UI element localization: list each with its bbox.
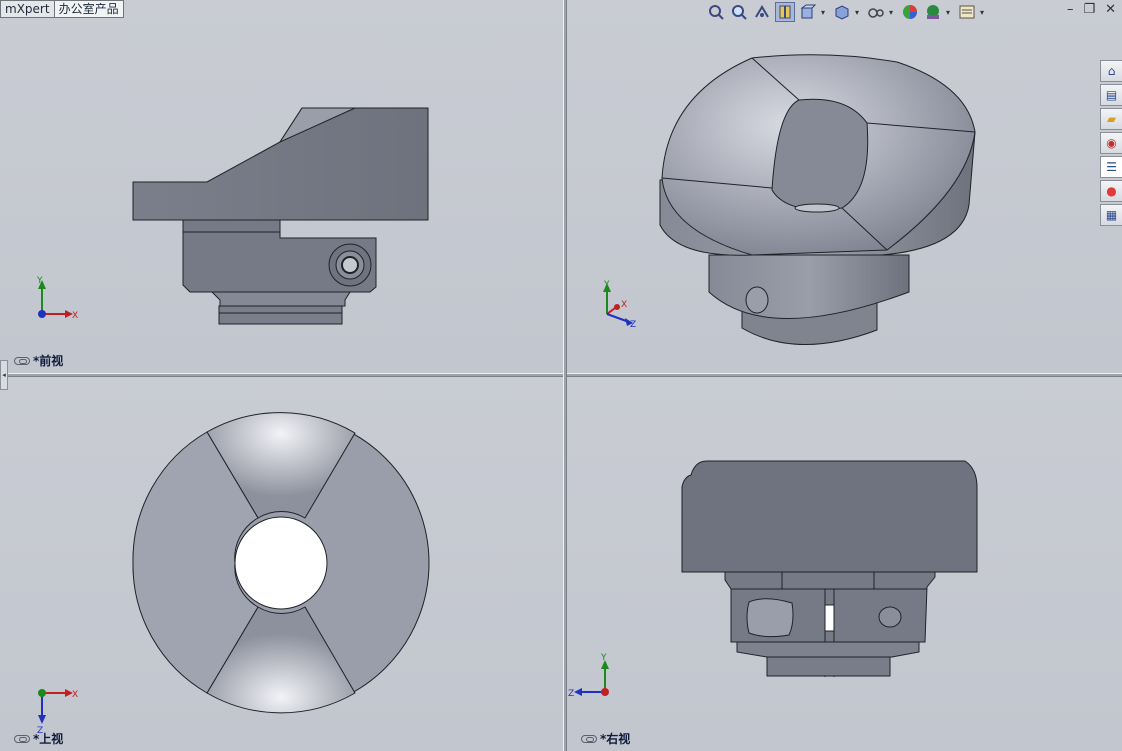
restore-button[interactable]: ❐ (1083, 2, 1095, 17)
chevron-down-icon[interactable]: ▾ (946, 8, 954, 17)
svg-text:Z: Z (568, 689, 574, 699)
previous-view-icon[interactable] (752, 2, 772, 22)
view-settings-icon[interactable] (957, 2, 977, 22)
front-view-drawing: Y X (36, 107, 429, 325)
right-hole (878, 606, 902, 628)
svg-text:X: X (72, 311, 78, 321)
front-triad: Y X (36, 276, 78, 321)
tab-office-products[interactable]: 办公室产品 (53, 0, 124, 18)
svg-text:Z: Z (630, 320, 636, 330)
zoom-to-fit-icon[interactable] (706, 2, 726, 22)
search-icon[interactable]: ◉ (1100, 132, 1122, 154)
zoom-area-icon[interactable] (729, 2, 749, 22)
viewport-label-front[interactable]: *前视 (14, 352, 63, 369)
hide-show-icon[interactable] (866, 2, 886, 22)
custom-properties-icon[interactable]: ▦ (1100, 204, 1122, 226)
iso-side-hole (745, 286, 769, 314)
document-tabs: mXpert 办公室产品 (0, 0, 124, 18)
apply-scene-icon[interactable] (923, 2, 943, 22)
link-icon (14, 734, 30, 743)
minimize-button[interactable]: – (1067, 2, 1074, 17)
close-button[interactable]: ✕ (1105, 2, 1116, 17)
view-palette-icon[interactable]: ☰ (1100, 156, 1122, 178)
svg-text:X: X (621, 300, 627, 310)
display-style-icon[interactable] (832, 2, 852, 22)
svg-text:X: X (72, 690, 78, 700)
viewport-front[interactable]: Y X *前视 (0, 0, 563, 373)
front-upper-body (132, 107, 429, 221)
home-icon[interactable]: ⌂ (1100, 60, 1122, 82)
task-pane-tabs: ⌂ ▤ ▰ ◉ ☰ ● ▦ (1100, 60, 1122, 226)
svg-text:Y: Y (603, 280, 610, 290)
view-orientation-icon[interactable] (798, 2, 818, 22)
window-controls: – ❐ ✕ (1067, 2, 1116, 17)
iso-triad: Y X Z (603, 280, 636, 330)
view-toolbar: ▾ ▾ ▾ ▾ ▾ (706, 1, 988, 23)
front-collar (210, 291, 351, 307)
link-icon (581, 734, 597, 743)
svg-text:Y: Y (600, 653, 607, 663)
right-slot-left (746, 598, 794, 638)
viewport-label-right[interactable]: *右视 (581, 730, 630, 747)
horizontal-splitter[interactable] (0, 373, 1122, 377)
file-explorer-icon[interactable]: ▰ (1100, 108, 1122, 130)
top-triad: X Z (37, 689, 78, 736)
front-base (218, 305, 343, 325)
design-library-icon[interactable]: ▤ (1100, 84, 1122, 106)
viewport-right[interactable]: Y Z *右视 (567, 377, 1122, 751)
top-view-drawing: X Z (37, 412, 430, 736)
viewport-label-top[interactable]: *上视 (14, 730, 63, 747)
iso-center-bore (771, 98, 869, 211)
edit-appearance-icon[interactable] (900, 2, 920, 22)
section-view-icon[interactable] (775, 2, 795, 22)
appearances-icon[interactable]: ● (1100, 180, 1122, 202)
chevron-down-icon[interactable]: ▾ (821, 8, 829, 17)
top-center-hole (234, 516, 328, 610)
link-icon (14, 356, 30, 365)
tab-mxpert[interactable]: mXpert (0, 0, 55, 18)
viewport-isometric[interactable]: Y X Z (567, 0, 1122, 373)
vertical-splitter[interactable] (563, 0, 567, 751)
right-view-drawing: Y Z (568, 460, 978, 699)
chevron-down-icon[interactable]: ▾ (855, 8, 863, 17)
front-hole (341, 256, 359, 274)
isometric-view-drawing: Y X Z (603, 54, 976, 345)
right-upper-body (681, 460, 978, 573)
chevron-down-icon[interactable]: ▾ (980, 8, 988, 17)
viewport-top[interactable]: X Z *上视 (0, 377, 563, 751)
right-base (766, 656, 891, 677)
panel-collapse-handle[interactable]: ◂ (0, 360, 8, 390)
right-triad: Y Z (568, 653, 609, 699)
chevron-down-icon[interactable]: ▾ (889, 8, 897, 17)
svg-text:Y: Y (36, 276, 43, 286)
